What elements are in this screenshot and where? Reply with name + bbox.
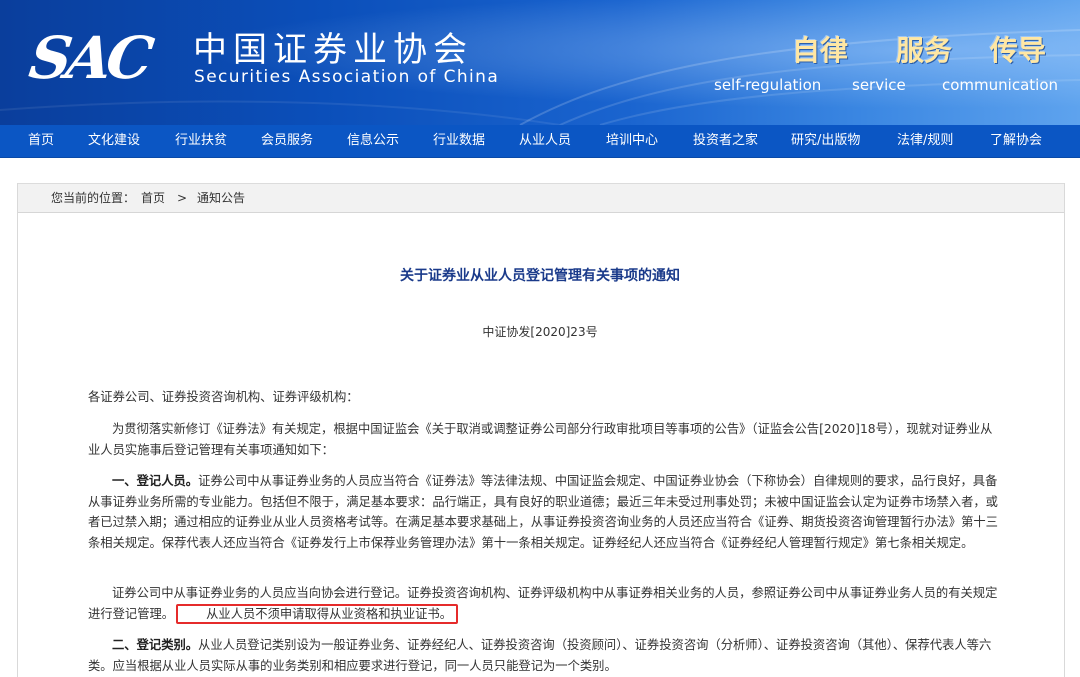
slogan-service: 服务: [896, 34, 953, 67]
main-nav: 首页 文化建设 行业扶贫 会员服务 信息公示 行业数据 从业人员 培训中心 投资…: [0, 125, 1080, 158]
sac-logo[interactable]: SAC: [25, 24, 153, 92]
nav-item-culture[interactable]: 文化建设: [88, 125, 140, 157]
section-2-paragraph: 二、登记类别。从业人员登记类别设为一般证券业务、证券经纪人、证券投资咨询（投资顾…: [88, 635, 998, 676]
nav-item-data[interactable]: 行业数据: [433, 125, 485, 157]
site-banner: SAC 中国证券业协会 Securities Association of Ch…: [0, 0, 1080, 125]
slogan-self-regulation-en: self-regulation: [714, 76, 822, 94]
section-1-body: 证券公司中从事证券业务的人员应当符合《证券法》等法律法规、中国证监会规定、中国证…: [88, 474, 998, 550]
nav-item-practitioners[interactable]: 从业人员: [519, 125, 571, 157]
nav-item-training[interactable]: 培训中心: [606, 125, 658, 157]
article-title: 关于证券业从业人员登记管理有关事项的通知: [400, 268, 680, 284]
nav-item-investors[interactable]: 投资者之家: [693, 125, 758, 157]
breadcrumb-current[interactable]: 通知公告: [197, 184, 245, 212]
nav-item-home[interactable]: 首页: [28, 125, 54, 157]
document-number: 中证协发[2020]23号: [482, 325, 598, 339]
highlighted-sentence: 从业人员不须申请取得从业资格和执业证书。: [176, 603, 459, 624]
slogan-service-en: service: [852, 76, 906, 94]
section-2-body: 从业人员登记类别设为一般证券业务、证券经纪人、证券投资咨询（投资顾问）、证券投资…: [88, 638, 992, 673]
breadcrumb-home[interactable]: 首页: [141, 184, 165, 212]
section-2-heading: 二、登记类别。: [112, 638, 199, 652]
breadcrumb-prefix: 您当前的位置：: [51, 191, 136, 205]
registration-paragraph: 证券公司中从事证券业务的人员应当向协会进行登记。证券投资咨询机构、证券评级机构中…: [88, 583, 998, 624]
org-name-chinese: 中国证券业协会: [193, 30, 473, 70]
breadcrumb: 您当前的位置： 首页 > 通知公告: [18, 183, 1064, 213]
slogan-self-regulation: 自律: [792, 34, 849, 67]
nav-item-about[interactable]: 了解协会: [990, 125, 1042, 157]
nav-item-laws[interactable]: 法律/规则: [897, 125, 953, 157]
nav-item-disclosure[interactable]: 信息公示: [347, 125, 399, 157]
slogan-communication: 传导: [990, 34, 1047, 67]
section-1-paragraph: 一、登记人员。证券公司中从事证券业务的人员应当符合《证券法》等法律法规、中国证监…: [88, 471, 998, 553]
org-name-english: Securities Association of China: [194, 67, 500, 87]
slogan-communication-en: communication: [942, 76, 1059, 94]
nav-item-members[interactable]: 会员服务: [261, 125, 313, 157]
breadcrumb-separator: >: [177, 191, 188, 205]
salutation: 各证券公司、证券投资咨询机构、证券评级机构：: [88, 390, 359, 404]
section-1-heading: 一、登记人员。: [112, 474, 199, 488]
nav-item-poverty[interactable]: 行业扶贫: [175, 125, 227, 157]
nav-item-research[interactable]: 研究/出版物: [791, 125, 860, 157]
intro-paragraph: 为贯彻落实新修订《证券法》有关规定，根据中国证监会《关于取消或调整证券公司部分行…: [88, 422, 993, 457]
